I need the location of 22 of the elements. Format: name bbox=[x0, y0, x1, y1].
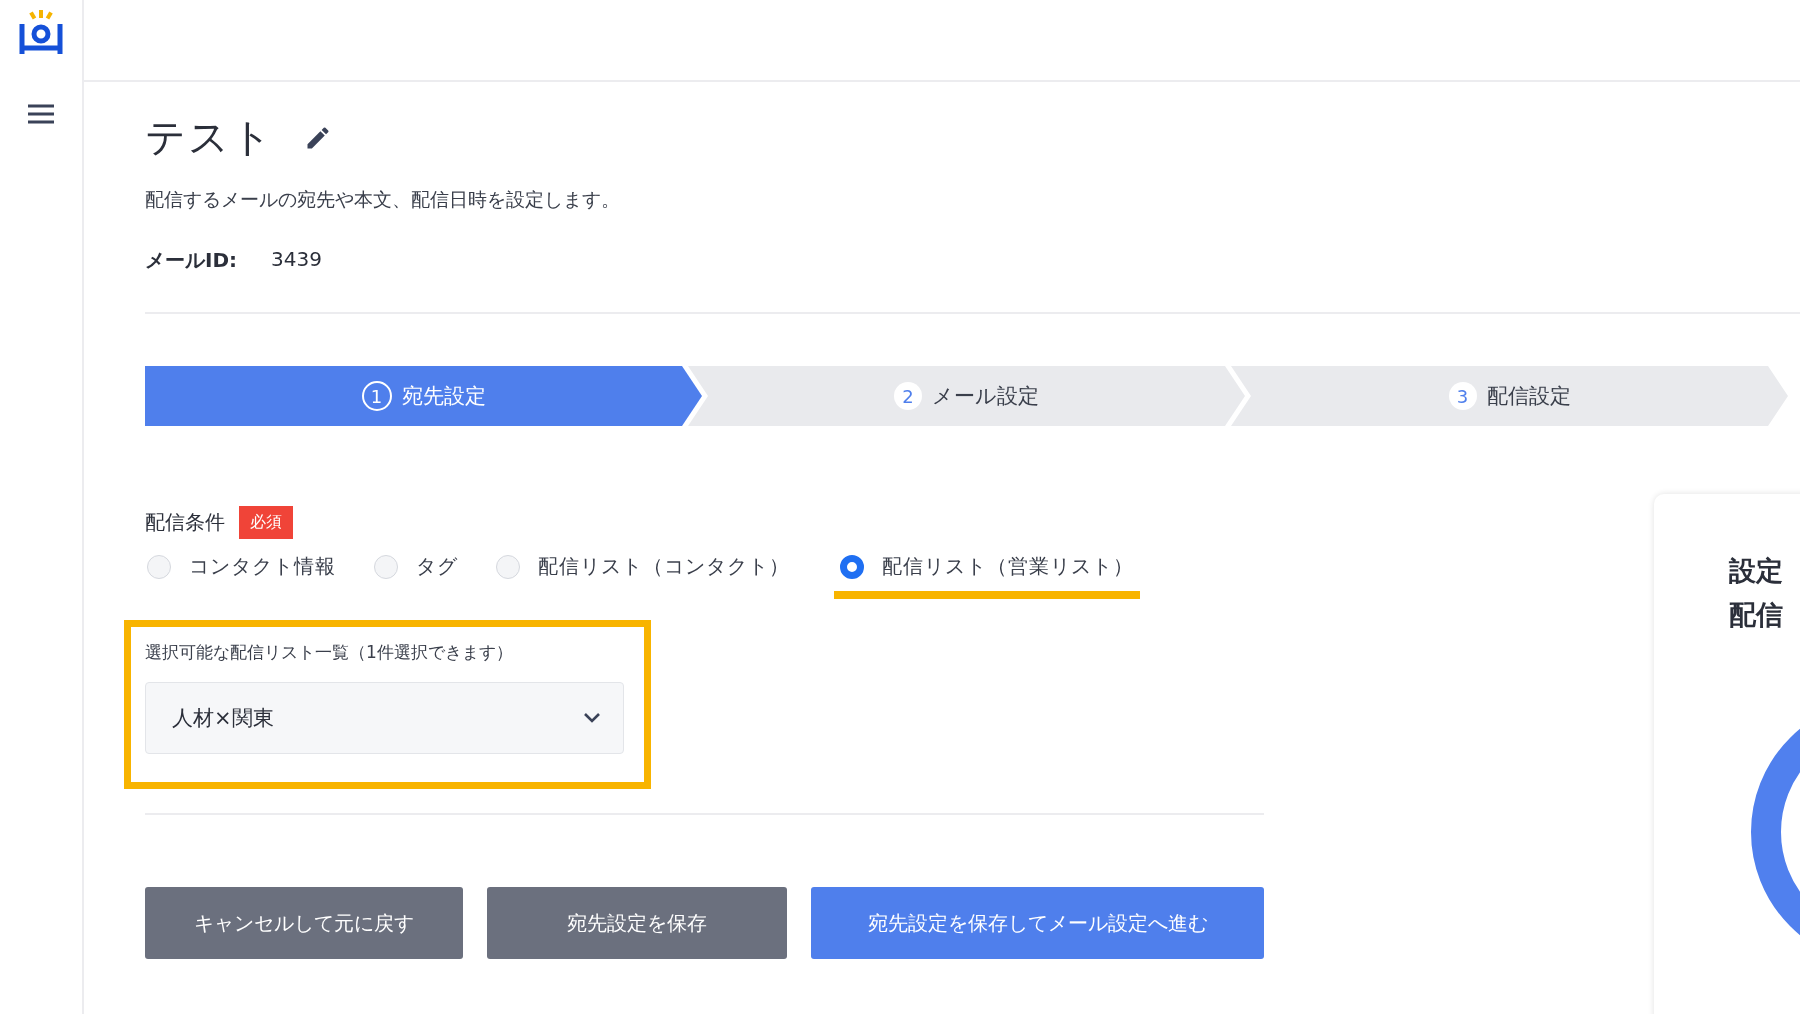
required-badge: 必須 bbox=[239, 506, 293, 539]
stepper-step[interactable]: 2 メール設定 bbox=[688, 366, 1245, 426]
stepper-step[interactable]: 3 配信設定 bbox=[1231, 366, 1788, 426]
page-description: 配信するメールの宛先や本文、配信日時を設定します。 bbox=[145, 187, 621, 212]
radio-label[interactable]: 配信リスト（コンタクト） bbox=[538, 553, 790, 580]
chevron-down-icon bbox=[583, 712, 601, 724]
radio-label[interactable]: タグ bbox=[416, 553, 458, 580]
mail-id-label: メールID: bbox=[145, 247, 238, 274]
card-heading: 設定 配信 bbox=[1729, 554, 1784, 632]
save-button[interactable]: 宛先設定を保存 bbox=[487, 887, 787, 959]
select-label: 選択可能な配信リスト一覧（1件選択できます） bbox=[145, 641, 514, 664]
cancel-button[interactable]: キャンセルして元に戻す bbox=[145, 887, 463, 959]
radio-label[interactable]: コンタクト情報 bbox=[189, 553, 336, 580]
page-title: テスト bbox=[145, 113, 274, 162]
radio-label[interactable]: 配信リスト（営業リスト） bbox=[882, 553, 1134, 580]
menu-icon[interactable] bbox=[27, 104, 55, 124]
list-dropdown[interactable]: 人材×関東 bbox=[145, 682, 624, 754]
stepper-step[interactable]: 1 宛先設定 bbox=[145, 366, 702, 426]
next-button[interactable]: 宛先設定を保存してメール設定へ進む bbox=[811, 887, 1264, 959]
mail-id-value: 3439 bbox=[271, 247, 322, 273]
radio-button[interactable] bbox=[840, 554, 864, 579]
field-label: 配信条件 bbox=[145, 509, 225, 536]
